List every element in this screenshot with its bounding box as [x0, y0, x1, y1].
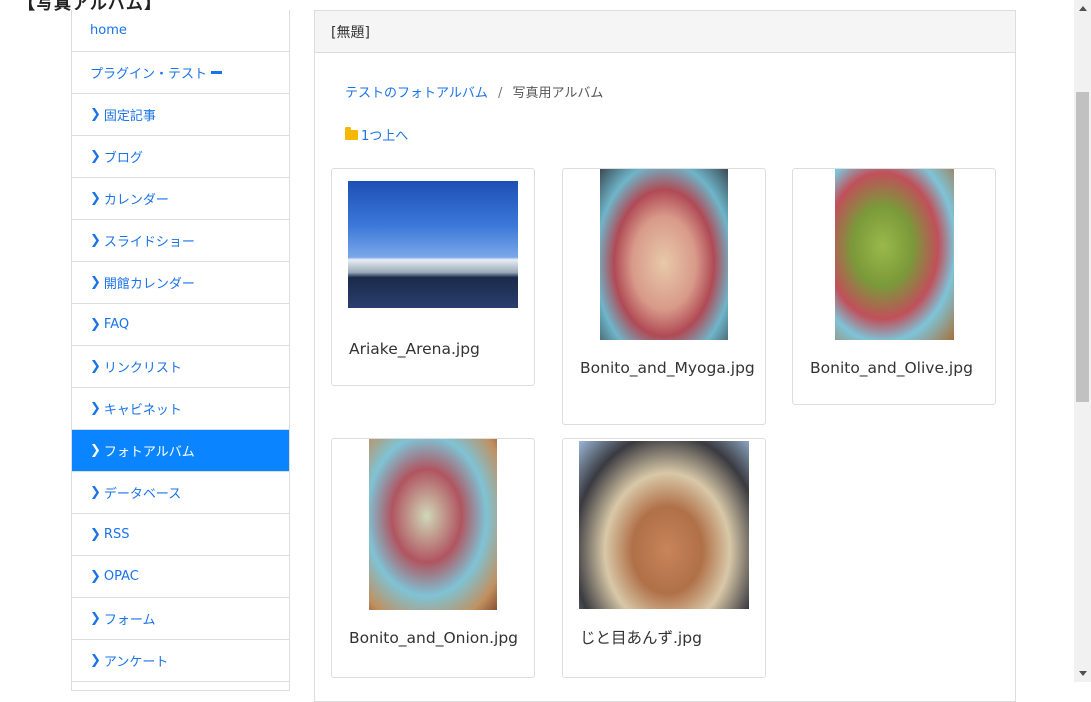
sidebar-item-label: データベース	[103, 487, 182, 502]
chevron-right-icon: ❯	[90, 443, 101, 458]
photo-album-panel: [無題] テストのフォトアルバム / 写真用アルバム 1つ上へ Ariake_A…	[314, 10, 1016, 702]
sidebar-item-blog[interactable]: ❯ ブログ	[72, 136, 289, 178]
chevron-right-icon: ❯	[90, 275, 101, 290]
breadcrumb: テストのフォトアルバム / 写真用アルバム	[345, 82, 603, 101]
photo-filename: Bonito_and_Olive.jpg	[810, 359, 973, 377]
sidebar-item-label: FAQ	[103, 317, 130, 332]
chevron-right-icon: ❯	[90, 485, 101, 500]
scroll-up-arrow-icon[interactable]	[1079, 6, 1087, 11]
photo-filename: じと目あんず.jpg	[580, 629, 702, 647]
sidebar-item-cabinet[interactable]: ❯ キャビネット	[72, 388, 289, 430]
chevron-right-icon: ❯	[90, 149, 101, 164]
photo-filename: Ariake_Arena.jpg	[349, 340, 480, 358]
chevron-right-icon: ❯	[90, 191, 101, 206]
sidebar-item-label: スライドショー	[103, 235, 195, 250]
chevron-right-icon: ❯	[90, 401, 101, 416]
sidebar-item-label: home	[90, 23, 127, 38]
chevron-right-icon: ❯	[90, 359, 101, 374]
up-one-level-label: 1つ上へ	[361, 129, 409, 144]
photo-card[interactable]: じと目あんず.jpg	[562, 438, 766, 678]
scrollbar[interactable]	[1074, 0, 1091, 682]
photo-card[interactable]: Ariake_Arena.jpg	[331, 168, 535, 386]
sidebar-menu: home プラグイン・テスト ❯ 固定記事 ❯ ブログ ❯ カレンダー ❯ スライドショ…	[71, 10, 290, 691]
photo-filename: Bonito_and_Onion.jpg	[349, 629, 519, 647]
scroll-down-arrow-icon[interactable]	[1079, 671, 1087, 676]
photo-thumbnail[interactable]	[579, 441, 749, 609]
panel-title: [無題]	[315, 11, 1015, 53]
chevron-right-icon: ❯	[90, 653, 101, 668]
chevron-right-icon: ❯	[90, 233, 101, 248]
photo-thumbnail[interactable]	[835, 169, 954, 340]
sidebar-item-label: アンケート	[103, 655, 169, 670]
chevron-right-icon: ❯	[90, 527, 101, 542]
chevron-right-icon: ❯	[90, 107, 101, 122]
scrollbar-thumb[interactable]	[1076, 92, 1089, 402]
photo-thumbnail[interactable]	[600, 169, 728, 340]
photo-thumbnail[interactable]	[369, 439, 497, 610]
up-one-level-link[interactable]: 1つ上へ	[345, 125, 408, 144]
photo-card[interactable]: Bonito_and_Onion.jpg	[331, 438, 535, 678]
chevron-right-icon: ❯	[90, 611, 101, 626]
sidebar-item-label: 固定記事	[103, 109, 156, 124]
sidebar-item-label: フォーム	[103, 613, 156, 628]
sidebar-item-slideshow[interactable]: ❯ スライドショー	[72, 220, 289, 262]
sidebar-item-opac[interactable]: ❯ OPAC	[72, 556, 289, 598]
sidebar-item-label: プラグイン・テスト	[90, 67, 208, 82]
sidebar-item-fixed-article[interactable]: ❯ 固定記事	[72, 94, 289, 136]
breadcrumb-current: 写真用アルバム	[512, 86, 604, 101]
sidebar-item-home[interactable]: home	[72, 10, 289, 52]
sidebar-item-link-list[interactable]: ❯ リンクリスト	[72, 346, 289, 388]
sidebar-item-database[interactable]: ❯ データベース	[72, 472, 289, 514]
photo-card[interactable]: Bonito_and_Myoga.jpg	[562, 168, 766, 425]
sidebar-item-faq[interactable]: ❯ FAQ	[72, 304, 289, 346]
sidebar-item-label: リンクリスト	[103, 361, 182, 376]
breadcrumb-parent-link[interactable]: テストのフォトアルバム	[345, 86, 488, 101]
chevron-right-icon: ❯	[90, 317, 101, 332]
photo-filename: Bonito_and_Myoga.jpg	[580, 359, 755, 377]
sidebar-item-calendar[interactable]: ❯ カレンダー	[72, 178, 289, 220]
sidebar-item-plugin-test[interactable]: プラグイン・テスト	[72, 52, 289, 94]
photo-card[interactable]: Bonito_and_Olive.jpg	[792, 168, 996, 405]
sidebar-item-label: ブログ	[103, 151, 143, 166]
chevron-right-icon: ❯	[90, 569, 101, 584]
sidebar-item-label: RSS	[103, 527, 130, 542]
folder-icon	[345, 126, 358, 140]
collapse-icon	[211, 71, 223, 74]
sidebar-item-opening-calendar[interactable]: ❯ 開館カレンダー	[72, 262, 289, 304]
breadcrumb-separator: /	[498, 86, 503, 101]
sidebar-item-label: キャビネット	[103, 403, 182, 418]
sidebar-item-label: 開館カレンダー	[103, 277, 195, 292]
sidebar-item-label: カレンダー	[103, 193, 169, 208]
sidebar-item-survey[interactable]: ❯ アンケート	[72, 640, 289, 682]
sidebar-item-rss[interactable]: ❯ RSS	[72, 514, 289, 556]
sidebar-item-label: OPAC	[103, 569, 139, 584]
sidebar-item-label: フォトアルバム	[103, 445, 195, 460]
photo-thumbnail[interactable]	[348, 181, 518, 308]
sidebar-item-photo-album[interactable]: ❯ フォトアルバム	[72, 430, 289, 472]
sidebar-item-form[interactable]: ❯ フォーム	[72, 598, 289, 640]
